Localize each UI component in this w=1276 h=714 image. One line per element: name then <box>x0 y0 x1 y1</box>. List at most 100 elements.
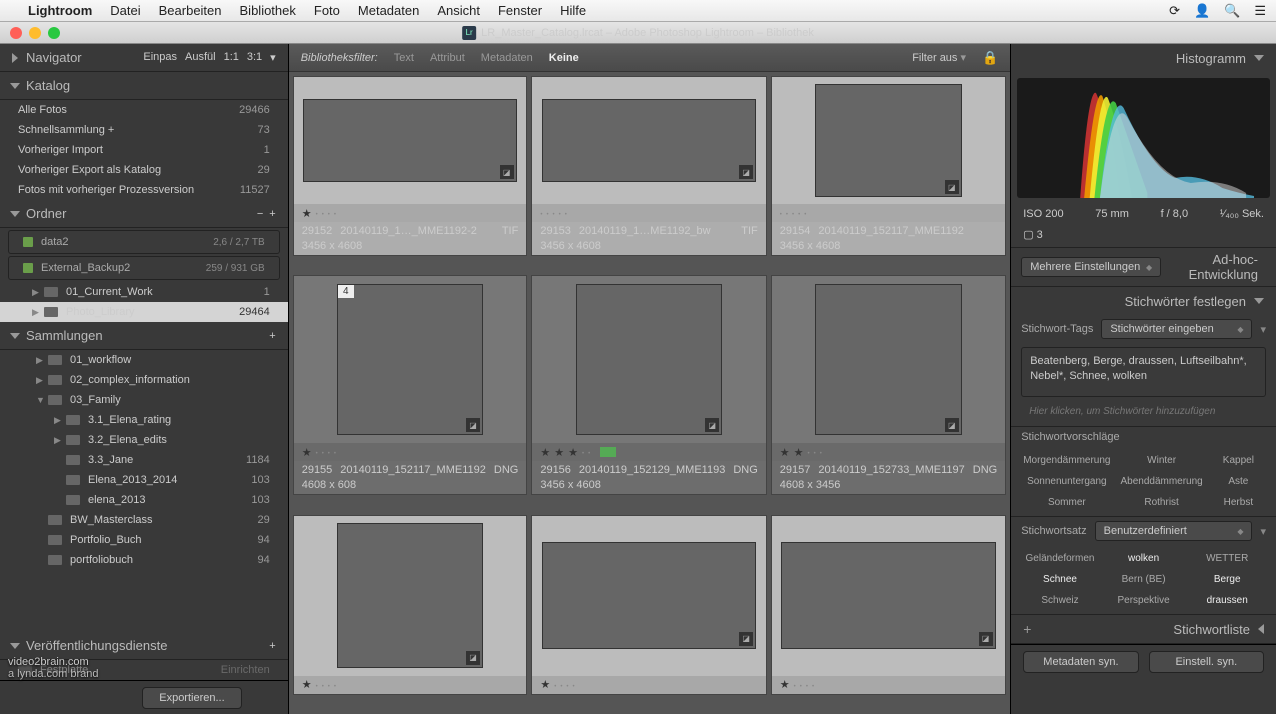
chevron-down-icon[interactable]: ▾ <box>1260 525 1266 538</box>
histogram-header[interactable]: Histogramm <box>1011 44 1276 72</box>
ordner-header[interactable]: Ordner −+ <box>0 200 288 228</box>
keyword-suggestion[interactable]: Kappel <box>1209 451 1268 470</box>
keyword-suggestion[interactable]: Abenddämmerung <box>1116 472 1206 491</box>
rating-bar[interactable]: ★•••• <box>532 676 765 694</box>
color-label[interactable] <box>600 447 616 457</box>
volume-item[interactable]: External_Backup2259 / 931 GB <box>8 256 280 280</box>
menu-bearbeiten[interactable]: Bearbeiten <box>159 3 222 18</box>
search-icon[interactable]: 🔍 <box>1224 3 1240 19</box>
adhoc-label[interactable]: Ad-hoc-Entwicklung <box>1177 252 1258 282</box>
navigator-header[interactable]: Navigator Einpas Ausfül 1:1 3:1 ▾ <box>0 44 288 72</box>
grid-cell[interactable]: ◪ ••••• 2915320140119_1…ME1192_bwTIF 345… <box>531 76 766 256</box>
folder-item[interactable]: ▶Photo_Library29464 <box>0 302 288 322</box>
collection-item[interactable]: ▶3.2_Elena_edits <box>0 430 288 450</box>
keyword-set-item[interactable]: Bern (BE) <box>1103 570 1185 589</box>
grid-cell[interactable]: 4◪ ★•••• 2915520140119_152117_MME1192DNG… <box>293 275 528 495</box>
menu-metadaten[interactable]: Metadaten <box>358 3 419 18</box>
grid-cell[interactable]: ◪ ★★••• 2915720140119_152733_MME1197DNG … <box>771 275 1006 495</box>
keyword-set-item[interactable]: Schweiz <box>1019 591 1101 610</box>
collection-item[interactable]: BW_Masterclass29 <box>0 510 288 530</box>
settings-select[interactable]: Mehrere Einstellungen◆ <box>1021 257 1161 277</box>
keyword-suggestion[interactable]: Rothrist <box>1116 493 1206 512</box>
keyword-set-item[interactable]: Perspektive <box>1103 591 1185 610</box>
publish-setup[interactable]: Einrichten <box>221 664 270 676</box>
grid-cell[interactable]: ◪ ★•••• <box>293 515 528 695</box>
rating-bar[interactable]: ★★★•• <box>532 443 765 461</box>
sync-settings-button[interactable]: Einstell. syn. <box>1149 651 1264 673</box>
collection-item[interactable]: ▶02_complex_information <box>0 370 288 390</box>
grid-cell[interactable]: ◪ ••••• 2915420140119_152117_MME1192 345… <box>771 76 1006 256</box>
grid-cell[interactable]: ◪ ★•••• 2915220140119_1…_MME1192-2TIF 34… <box>293 76 528 256</box>
menu-fenster[interactable]: Fenster <box>498 3 542 18</box>
keyword-list-header[interactable]: + Stichwortliste <box>1011 615 1276 643</box>
thumbnail-grid[interactable]: ◪ ★•••• 2915220140119_1…_MME1192-2TIF 34… <box>289 72 1011 714</box>
zoom-icon[interactable] <box>48 27 60 39</box>
rating-bar[interactable]: ★•••• <box>294 676 527 694</box>
collection-item[interactable]: ▶3.1_Elena_rating <box>0 410 288 430</box>
keyword-suggestion[interactable]: Winter <box>1116 451 1206 470</box>
collection-item[interactable]: 3.3_Jane1184 <box>0 450 288 470</box>
folder-item[interactable]: ▶01_Current_Work1 <box>0 282 288 302</box>
keyword-suggestion[interactable]: Morgendämmerung <box>1019 451 1114 470</box>
minus-icon[interactable]: − <box>257 208 263 220</box>
keywords-add-input[interactable]: Hier klicken, um Stichwörter hinzuzufüge… <box>1021 401 1266 422</box>
collection-item[interactable]: portfoliobuch94 <box>0 550 288 570</box>
close-icon[interactable] <box>10 27 22 39</box>
rating-bar[interactable]: ★★••• <box>772 443 1005 461</box>
plus-icon[interactable]: + <box>1023 621 1031 637</box>
keyword-suggestion[interactable]: Sonnenuntergang <box>1019 472 1114 491</box>
catalog-item[interactable]: Vorheriger Export als Katalog29 <box>0 160 288 180</box>
fill-zoom[interactable]: Ausfül <box>185 51 216 64</box>
zoom-31[interactable]: 3:1 <box>247 51 262 64</box>
fit-zoom[interactable]: Einpas <box>143 51 177 64</box>
menu-datei[interactable]: Datei <box>110 3 140 18</box>
keyword-set-item[interactable]: Berge <box>1186 570 1268 589</box>
grid-cell[interactable]: ◪ ★•••• <box>771 515 1006 695</box>
menu-bibliothek[interactable]: Bibliothek <box>240 3 296 18</box>
filter-tab-none[interactable]: Keine <box>549 52 579 64</box>
keyword-tags-select[interactable]: Stichwörter eingeben◆ <box>1101 319 1252 339</box>
plus-icon[interactable]: + <box>269 330 275 342</box>
rating-bar[interactable]: ★•••• <box>294 443 527 461</box>
publish-header[interactable]: Veröffentlichungsdienste + <box>0 632 288 660</box>
rating-bar[interactable]: ••••• <box>532 204 765 222</box>
collection-item[interactable]: ▼03_Family <box>0 390 288 410</box>
lock-icon[interactable]: 🔒 <box>982 50 998 66</box>
keywords-header[interactable]: Stichwörter festlegen <box>1011 287 1276 315</box>
keyword-set-item[interactable]: Geländeformen <box>1019 549 1101 568</box>
grid-cell[interactable]: ◪ ★•••• <box>531 515 766 695</box>
plus-icon[interactable]: + <box>269 208 275 220</box>
sammlungen-header[interactable]: Sammlungen + <box>0 322 288 350</box>
export-button[interactable]: Exportieren... <box>142 687 241 709</box>
keyword-suggestion[interactable]: Herbst <box>1209 493 1268 512</box>
keyword-set-item[interactable]: wolken <box>1103 549 1185 568</box>
rating-bar[interactable]: ••••• <box>772 204 1005 222</box>
app-menu[interactable]: Lightroom <box>28 3 92 18</box>
filter-tab-metadata[interactable]: Metadaten <box>481 52 533 64</box>
menu-ansicht[interactable]: Ansicht <box>437 3 480 18</box>
publish-service[interactable]: Festplatte Einrichten <box>0 660 288 680</box>
chevron-down-icon[interactable]: ▾ <box>270 51 276 64</box>
filter-tab-attribute[interactable]: Attribut <box>430 52 465 64</box>
filter-preset-menu[interactable]: Filter aus ▾ <box>912 51 966 64</box>
minimize-icon[interactable] <box>29 27 41 39</box>
menu-icon[interactable]: ☰ <box>1254 3 1266 19</box>
keyword-set-item[interactable]: WETTER <box>1186 549 1268 568</box>
catalog-item[interactable]: Alle Fotos29466 <box>0 100 288 120</box>
spotlight-icon[interactable]: 👤 <box>1194 3 1210 19</box>
keyword-set-item[interactable]: Schnee <box>1019 570 1101 589</box>
keyword-suggestion[interactable]: Sommer <box>1019 493 1114 512</box>
chevron-down-icon[interactable]: ▾ <box>1260 323 1266 336</box>
volume-item[interactable]: data22,6 / 2,7 TB <box>8 230 280 254</box>
collection-item[interactable]: Portfolio_Buch94 <box>0 530 288 550</box>
collection-item[interactable]: ▶01_workflow <box>0 350 288 370</box>
rating-bar[interactable]: ★•••• <box>772 676 1005 694</box>
rating-bar[interactable]: ★•••• <box>294 204 527 222</box>
collection-item[interactable]: elena_2013103 <box>0 490 288 510</box>
keyword-set-select[interactable]: Benutzerdefiniert◆ <box>1095 521 1253 541</box>
keywords-textarea[interactable]: Beatenberg, Berge, draussen, Luftseilbah… <box>1021 347 1266 397</box>
catalog-item[interactable]: Fotos mit vorheriger Prozessversion11527 <box>0 180 288 200</box>
keyword-suggestion[interactable]: Aste <box>1209 472 1268 491</box>
filter-tab-text[interactable]: Text <box>394 52 414 64</box>
katalog-header[interactable]: Katalog <box>0 72 288 100</box>
